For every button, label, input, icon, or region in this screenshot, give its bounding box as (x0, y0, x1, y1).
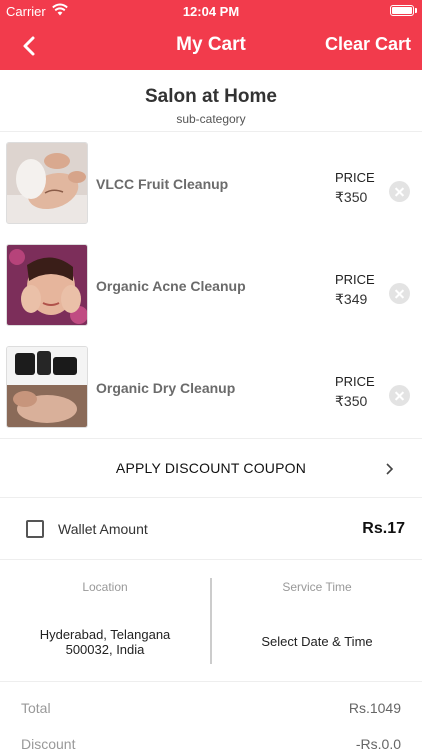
total-row: Total Rs.1049 (0, 700, 422, 722)
subcategory-label: sub-category (176, 112, 246, 126)
service-time-section[interactable]: Service Time Select Date & Time (212, 560, 422, 682)
service-thumbnail (6, 142, 88, 224)
category-header: Salon at Home sub-category (0, 70, 422, 132)
price-label: PRICE (335, 170, 375, 185)
cart-item-list: VLCC Fruit Cleanup PRICE ₹350 Organic Ac… (0, 132, 422, 438)
wallet-amount: Rs.17 (362, 520, 405, 537)
coupon-label: APPLY DISCOUNT COUPON (115, 460, 307, 476)
wallet-row: Wallet Amount Rs.17 (0, 498, 422, 560)
discount-label: Discount (21, 736, 76, 750)
service-name: VLCC Fruit Cleanup (96, 176, 229, 192)
service-time-title: Service Time (282, 580, 352, 594)
price-label: PRICE (335, 374, 375, 389)
wallet-checkbox[interactable] (26, 520, 44, 538)
total-value: Rs.1049 (348, 700, 401, 716)
apply-coupon-button[interactable]: APPLY DISCOUNT COUPON (0, 438, 422, 498)
location-value: Hyderabad, Telangana 500032, India (0, 627, 210, 657)
booking-info: Location Hyderabad, Telangana 500032, In… (0, 560, 422, 682)
location-title: Location (82, 580, 128, 594)
discount-value: -Rs.0.0 (355, 736, 401, 750)
remove-item-icon[interactable] (389, 181, 410, 202)
cart-item[interactable]: Organic Acne Cleanup PRICE ₹349 (0, 234, 422, 336)
price-value: ₹350 (335, 393, 368, 409)
back-arrow-icon[interactable] (18, 33, 44, 59)
clock: 12:04 PM (182, 4, 240, 19)
service-thumbnail (6, 346, 88, 428)
wallet-label: Wallet Amount (58, 521, 148, 537)
chevron-right-icon (386, 463, 394, 475)
service-time-value: Select Date & Time (261, 634, 373, 649)
battery-icon (390, 5, 417, 16)
location-line-1: Hyderabad, Telangana (39, 627, 171, 642)
service-name: Organic Dry Cleanup (96, 380, 236, 396)
clear-cart-button[interactable]: Clear Cart (325, 34, 411, 55)
discount-row: Discount -Rs.0.0 (0, 736, 422, 750)
service-name: Organic Acne Cleanup (96, 278, 246, 294)
remove-item-icon[interactable] (389, 385, 410, 406)
nav-bar: My Cart Clear Cart (0, 22, 422, 70)
price-value: ₹349 (335, 291, 368, 307)
status-bar: Carrier 12:04 PM (0, 0, 422, 22)
price-label: PRICE (335, 272, 375, 287)
category-title: Salon at Home (145, 86, 277, 107)
cart-item[interactable]: VLCC Fruit Cleanup PRICE ₹350 (0, 132, 422, 234)
location-section[interactable]: Location Hyderabad, Telangana 500032, In… (0, 560, 210, 682)
service-thumbnail (6, 244, 88, 326)
location-line-2: 500032, India (65, 642, 145, 657)
remove-item-icon[interactable] (389, 283, 410, 304)
cart-item[interactable]: Organic Dry Cleanup PRICE ₹350 (0, 336, 422, 438)
order-totals: Total Rs.1049 Discount -Rs.0.0 (0, 682, 422, 750)
total-label: Total (21, 700, 51, 716)
price-value: ₹350 (335, 189, 368, 205)
